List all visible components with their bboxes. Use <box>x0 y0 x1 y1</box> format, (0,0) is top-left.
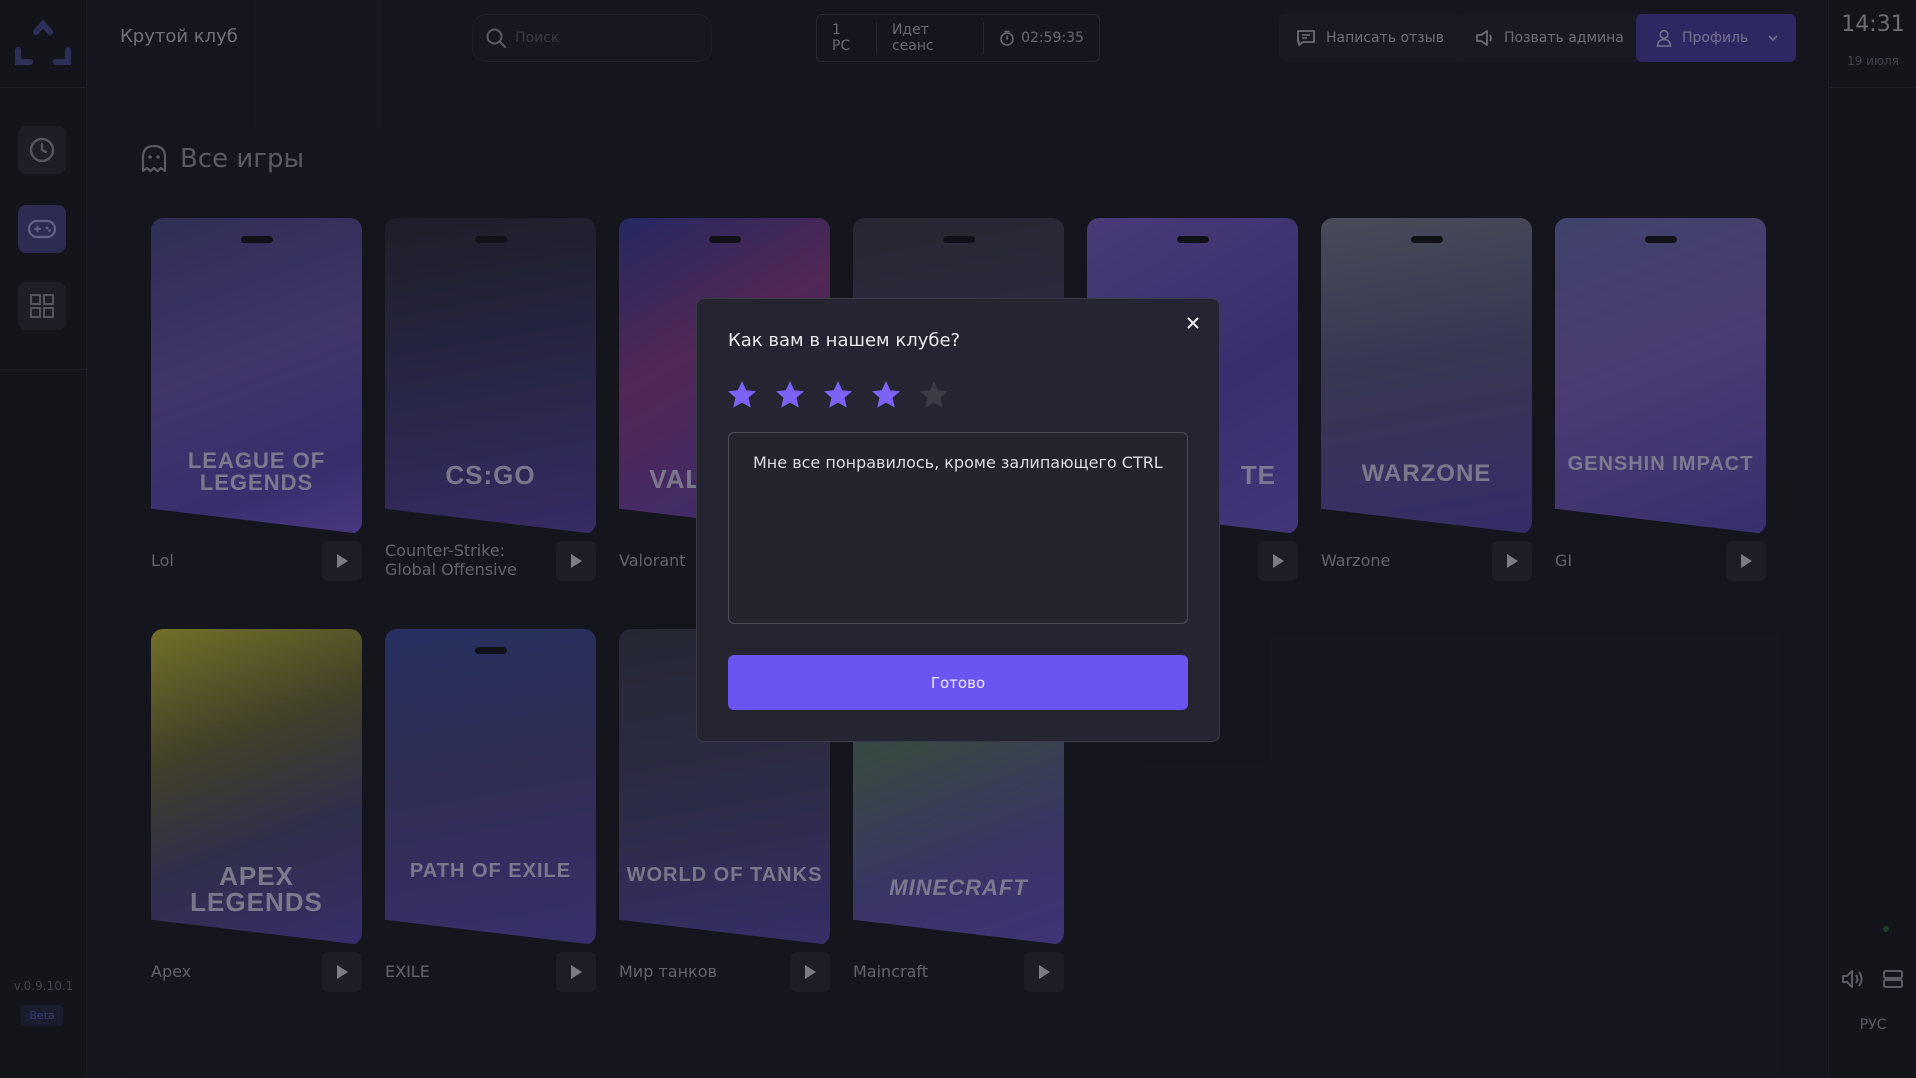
star-empty-icon[interactable] <box>918 379 950 411</box>
star-rating[interactable] <box>726 379 950 411</box>
star-filled-icon[interactable] <box>822 379 854 411</box>
close-icon <box>1187 317 1199 329</box>
review-textarea[interactable]: Мне все понравилось, кроме залипающего C… <box>728 432 1188 624</box>
star-filled-icon[interactable] <box>726 379 758 411</box>
star-filled-icon[interactable] <box>774 379 806 411</box>
submit-button[interactable]: Готово <box>728 655 1188 710</box>
modal-title: Как вам в нашем клубе? <box>728 330 961 351</box>
star-filled-icon[interactable] <box>870 379 902 411</box>
close-button[interactable] <box>1181 311 1205 335</box>
feedback-modal: Как вам в нашем клубе? Мне все понравило… <box>696 298 1220 742</box>
